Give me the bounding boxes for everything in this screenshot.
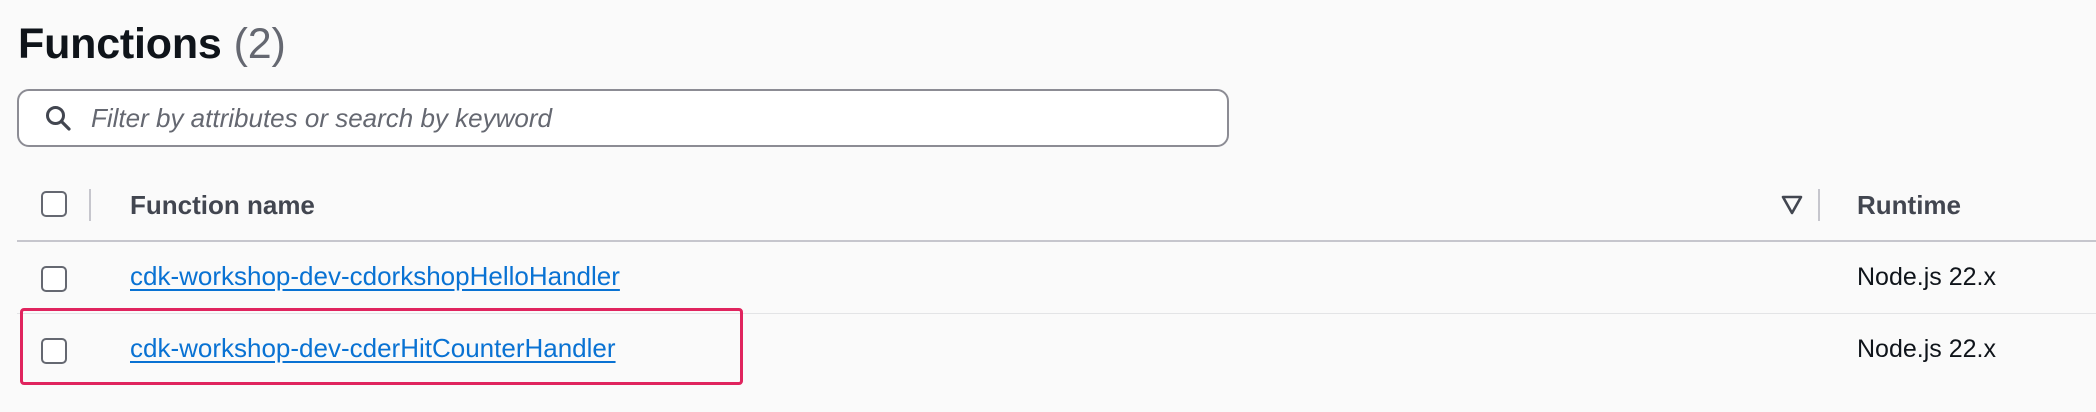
function-name-link[interactable]: cdk-workshop-dev-cderHitCounterHandler (130, 333, 616, 364)
column-header-function-name[interactable]: Function name (130, 190, 315, 221)
runtime-cell: Node.js 22.x (1857, 263, 1996, 291)
search-box[interactable] (17, 89, 1229, 147)
page-title-text: Functions (18, 20, 222, 68)
page-title: Functions (2) (18, 20, 286, 76)
search-icon (43, 103, 73, 133)
sort-descending-icon[interactable] (1780, 194, 1804, 216)
table-header-row: Function name Runtime (17, 170, 2096, 242)
functions-page: Functions (2) Function name Runtime cdk-… (0, 0, 2096, 412)
runtime-cell: Node.js 22.x (1857, 335, 1996, 363)
table-row: cdk-workshop-dev-cdorkshopHelloHandler N… (17, 242, 2096, 314)
column-header-runtime[interactable]: Runtime (1857, 190, 1961, 221)
function-count: (2) (233, 20, 286, 68)
search-input[interactable] (91, 102, 1191, 134)
table-row: cdk-workshop-dev-cderHitCounterHandler N… (17, 314, 2096, 385)
select-all-checkbox[interactable] (41, 191, 67, 217)
function-name-link[interactable]: cdk-workshop-dev-cdorkshopHelloHandler (130, 261, 620, 292)
row-checkbox[interactable] (41, 266, 67, 292)
column-divider[interactable] (1818, 189, 1820, 221)
column-divider[interactable] (89, 189, 91, 221)
row-checkbox[interactable] (41, 338, 67, 364)
functions-table: Function name Runtime cdk-workshop-dev-c… (17, 170, 2096, 385)
